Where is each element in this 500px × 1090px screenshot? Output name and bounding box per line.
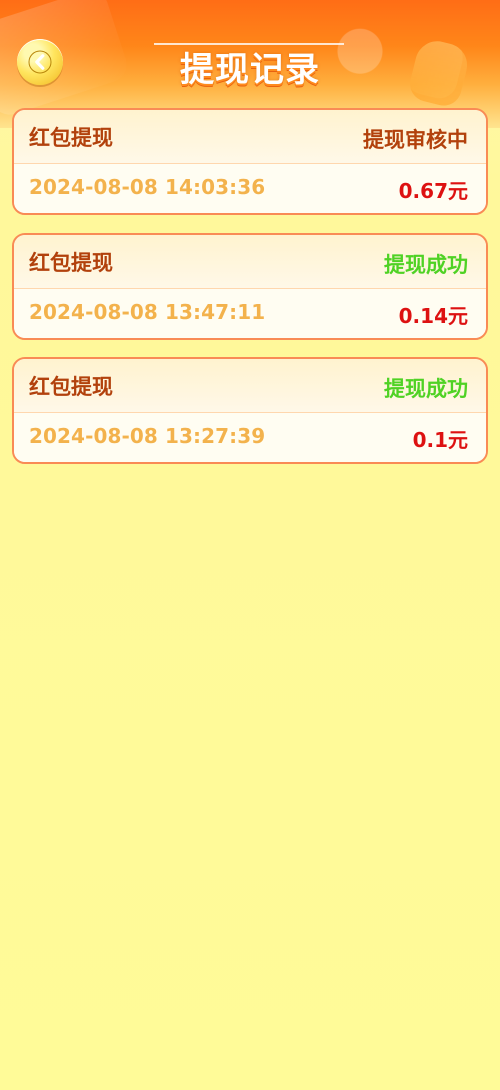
withdrawal-record-card: 红包提现 提现成功 2024-08-08 13:47:11 0.14元 [12,233,488,340]
withdrawal-record-card: 红包提现 提现成功 2024-08-08 13:27:39 0.1元 [12,357,488,464]
record-header-row: 红包提现 提现成功 [14,359,486,413]
back-button[interactable] [17,39,63,85]
record-detail-row: 2024-08-08 13:47:11 0.14元 [14,289,486,338]
record-detail-row: 2024-08-08 13:27:39 0.1元 [14,413,486,462]
record-time: 2024-08-08 13:27:39 [29,424,266,448]
record-amount: 0.1元 [412,428,468,452]
record-time: 2024-08-08 13:47:11 [29,300,266,324]
withdrawal-records-page: 提现记录 红包提现 提现审核中 2024-08-08 14:03:36 0.67… [0,0,500,1090]
chevron-left-icon [28,50,52,74]
record-type-label: 红包提现 [29,251,113,275]
record-amount: 0.67元 [398,179,468,203]
record-type-label: 红包提现 [29,375,113,399]
withdrawal-record-card: 红包提现 提现审核中 2024-08-08 14:03:36 0.67元 [12,108,488,215]
record-type-label: 红包提现 [29,126,113,150]
record-status-label: 提现成功 [384,253,468,277]
page-title: 提现记录 [180,50,320,90]
record-header-row: 红包提现 提现成功 [14,235,486,289]
record-status-label: 提现审核中 [363,128,468,152]
record-detail-row: 2024-08-08 14:03:36 0.67元 [14,164,486,213]
record-amount: 0.14元 [398,304,468,328]
record-time: 2024-08-08 14:03:36 [29,175,266,199]
record-status-label: 提现成功 [384,377,468,401]
record-header-row: 红包提现 提现审核中 [14,110,486,164]
